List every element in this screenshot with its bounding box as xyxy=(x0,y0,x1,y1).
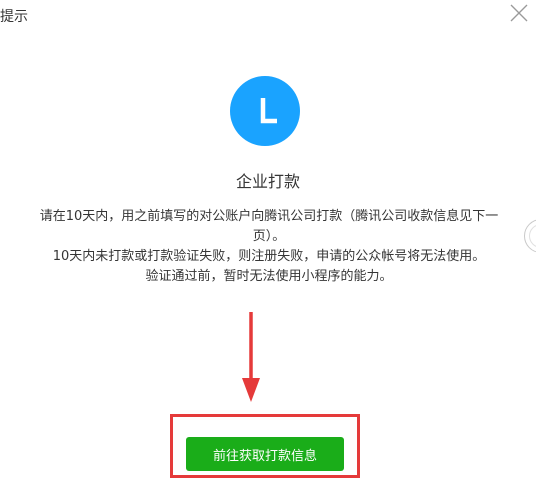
clock-icon xyxy=(230,76,300,146)
side-handle-ring xyxy=(529,224,536,248)
description-line-2: 10天内未打款或打款验证失败，则注册失败，申请的公众帐号将无法使用。 xyxy=(52,249,486,264)
side-scroll-handle[interactable] xyxy=(524,219,536,253)
dialog-title: 提示 xyxy=(0,9,28,25)
get-payment-info-button[interactable]: 前往获取打款信息 xyxy=(186,437,344,471)
status-title: 企业打款 xyxy=(235,172,300,191)
annotation-arrow xyxy=(238,312,264,404)
close-icon xyxy=(510,4,528,22)
description-line-3: 验证通过前，暂时无法使用小程序的能力。 xyxy=(145,269,393,284)
description-line-1: 请在10天内，用之前填写的对公账户向腾讯公司打款（腾讯公司收款信息见下一页）。 xyxy=(39,209,499,244)
description: 请在10天内，用之前填写的对公账户向腾讯公司打款（腾讯公司收款信息见下一页）。 … xyxy=(24,207,514,287)
close-button[interactable] xyxy=(508,2,530,24)
